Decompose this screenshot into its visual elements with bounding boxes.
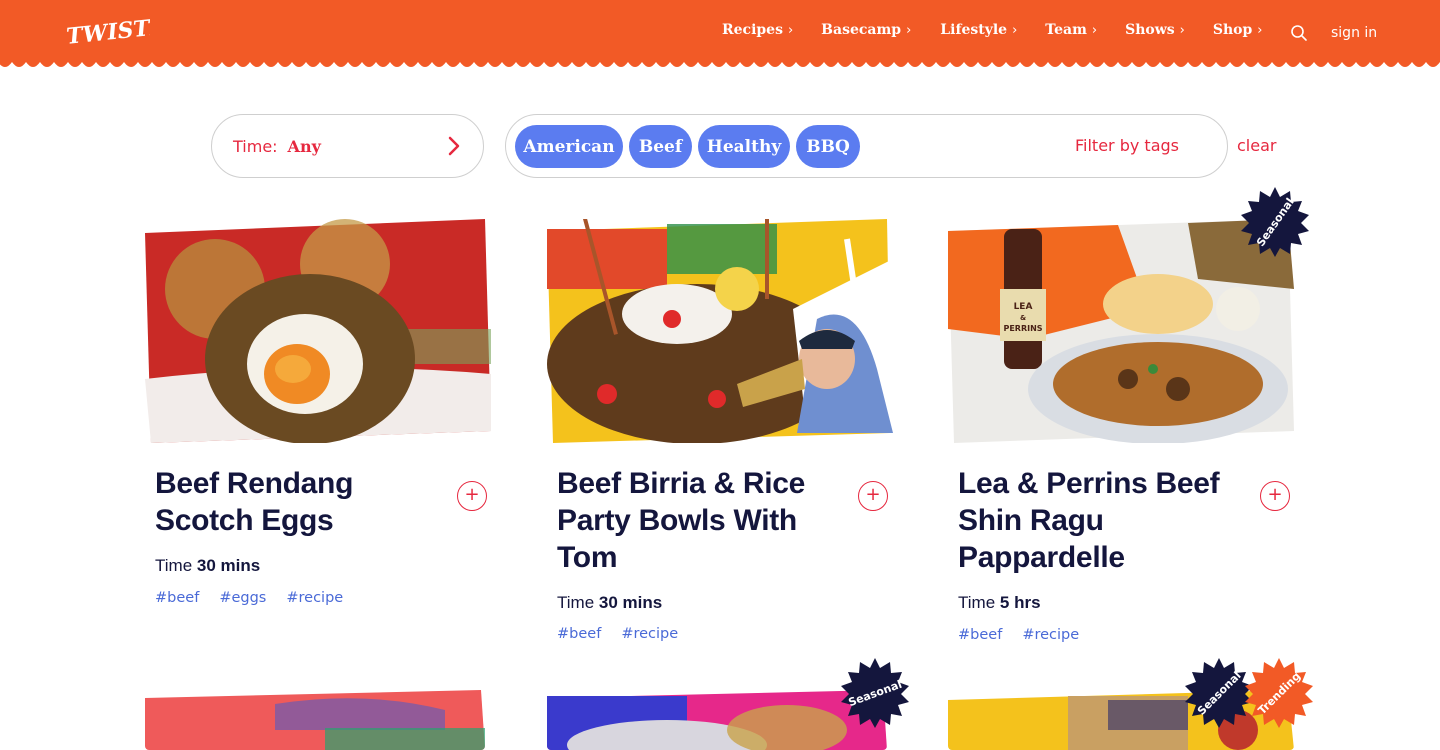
- tag-filter[interactable]: American Beef Healthy BBQ Filter by tags: [505, 114, 1228, 178]
- sign-in-link[interactable]: sign in: [1331, 25, 1377, 41]
- nav-shop[interactable]: Shop ›: [1213, 22, 1263, 38]
- recipe-tag[interactable]: #beef: [557, 626, 601, 642]
- clear-filters-link[interactable]: clear: [1237, 136, 1276, 155]
- recipe-image-scotch-eggs[interactable]: [145, 219, 491, 443]
- recipe-title-line: Scotch Eggs: [155, 504, 334, 537]
- nav-lifestyle[interactable]: Lifestyle ›: [940, 22, 1017, 38]
- recipe-title-line: Party Bowls With: [557, 504, 797, 537]
- nav-shows[interactable]: Shows ›: [1125, 22, 1185, 38]
- filter-by-tags-input[interactable]: Filter by tags: [1075, 136, 1179, 155]
- chevron-right-icon: ›: [1091, 22, 1098, 38]
- recipe-tag[interactable]: #beef: [958, 627, 1002, 643]
- svg-text:TWISTED: TWISTED: [65, 12, 150, 50]
- tag-chip-american[interactable]: American: [515, 125, 623, 168]
- seasonal-badge: Seasonal: [841, 658, 909, 728]
- recipe-title-line: Shin Ragu: [958, 504, 1104, 537]
- svg-text:PERRINS: PERRINS: [1003, 324, 1042, 333]
- recipe-time-value: 30 mins: [598, 593, 663, 612]
- add-recipe-button[interactable]: +: [1260, 481, 1290, 511]
- recipe-title[interactable]: Lea & Perrins Beef Shin Ragu Pappardelle: [958, 465, 1220, 576]
- nav-basecamp[interactable]: Basecamp ›: [821, 22, 911, 38]
- recipe-time: Time 30 mins: [155, 556, 260, 576]
- chevron-right-icon: ›: [1257, 22, 1263, 38]
- recipe-time-value: 5 hrs: [999, 593, 1041, 612]
- nav-shop-label: Shop: [1212, 22, 1253, 38]
- recipe-tag[interactable]: #recipe: [621, 626, 678, 642]
- recipe-title[interactable]: Beef Rendang Scotch Eggs: [155, 465, 353, 539]
- recipe-title-line: Lea & Perrins Beef: [958, 467, 1220, 500]
- trending-badge: Trending: [1245, 658, 1313, 728]
- twisted-logo[interactable]: TWISTED: [64, 10, 150, 52]
- time-filter[interactable]: Time: Any: [211, 114, 484, 178]
- nav-team[interactable]: Team ›: [1045, 22, 1097, 38]
- recipe-time-value: 30 mins: [196, 556, 261, 575]
- recipe-title-line: Pappardelle: [958, 541, 1125, 574]
- recipe-image-birria-bowls[interactable]: [547, 219, 893, 443]
- nav-team-label: Team: [1045, 22, 1087, 38]
- recipe-tags: #beef #eggs #recipe: [155, 590, 363, 606]
- recipe-tag[interactable]: #eggs: [219, 590, 266, 606]
- time-filter-value: Any: [287, 136, 321, 156]
- search-icon[interactable]: [1290, 24, 1308, 42]
- recipe-tags: #beef #recipe: [958, 627, 1099, 643]
- tag-chip-beef[interactable]: Beef: [629, 125, 692, 168]
- nav-shows-label: Shows: [1125, 22, 1175, 38]
- add-recipe-button[interactable]: +: [858, 481, 888, 511]
- recipe-tag[interactable]: #recipe: [1022, 627, 1079, 643]
- chevron-right-icon: ›: [906, 22, 912, 38]
- nav-recipes[interactable]: Recipes ›: [722, 22, 793, 38]
- recipe-title-line: Tom: [557, 541, 618, 574]
- chevron-right-icon: ›: [1012, 22, 1018, 38]
- recipe-image[interactable]: [547, 690, 887, 750]
- recipe-tag[interactable]: #beef: [155, 590, 199, 606]
- svg-text:&: &: [1020, 314, 1026, 322]
- time-filter-label: Time:: [233, 136, 278, 156]
- tag-chip-bbq[interactable]: BBQ: [796, 125, 860, 168]
- nav-lifestyle-label: Lifestyle: [940, 22, 1008, 38]
- recipe-time: Time 30 mins: [557, 593, 662, 613]
- add-recipe-button[interactable]: +: [457, 481, 487, 511]
- chevron-right-icon: ›: [1179, 22, 1185, 38]
- nav-basecamp-label: Basecamp: [821, 22, 902, 38]
- header-wave-border: [0, 60, 1440, 67]
- main-nav: Recipes › Basecamp › Lifestyle › Team › Show…: [722, 22, 1263, 38]
- chevron-right-icon: [448, 136, 460, 156]
- recipe-time: Time 5 hrs: [958, 593, 1041, 613]
- recipe-time-label: Time: [958, 593, 996, 612]
- recipe-title-line: Beef Rendang: [155, 467, 354, 500]
- recipe-image[interactable]: [145, 690, 485, 750]
- tag-chip-healthy[interactable]: Healthy: [698, 125, 790, 168]
- recipe-title-line: Beef Birria & Rice: [557, 467, 806, 500]
- svg-text:LEA: LEA: [1014, 302, 1033, 312]
- seasonal-badge: Seasonal: [1241, 187, 1309, 257]
- recipe-time-label: Time: [155, 556, 193, 575]
- recipe-time-label: Time: [557, 593, 595, 612]
- recipe-tag[interactable]: #recipe: [286, 590, 343, 606]
- recipe-title[interactable]: Beef Birria & Rice Party Bowls With Tom: [557, 465, 805, 576]
- recipe-tags: #beef #recipe: [557, 626, 698, 642]
- nav-recipes-label: Recipes: [722, 22, 783, 38]
- chevron-right-icon: ›: [787, 22, 794, 38]
